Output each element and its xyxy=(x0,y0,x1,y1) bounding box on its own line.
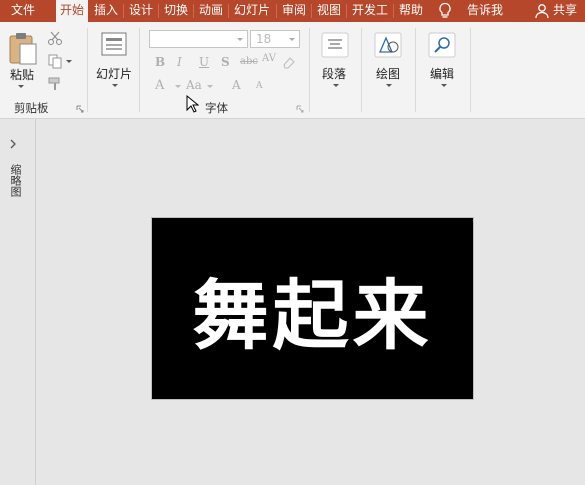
font-group-label: 字体 xyxy=(205,101,228,115)
editing-dropdown[interactable] xyxy=(441,84,447,87)
tab-divider xyxy=(311,4,312,18)
shadow-button[interactable]: S xyxy=(221,55,230,69)
new-slide-button[interactable]: 幻灯片 xyxy=(96,65,132,82)
font-color-button[interactable]: A xyxy=(155,78,164,93)
format-painter-icon[interactable] xyxy=(47,76,63,92)
group-separator xyxy=(470,28,471,112)
tab-divider xyxy=(393,4,394,18)
chevron-down-icon xyxy=(237,38,243,41)
share-button[interactable]: 共享 xyxy=(553,0,577,22)
new-slide-dropdown[interactable] xyxy=(112,84,118,87)
strikethrough-button[interactable]: abc xyxy=(240,56,258,67)
tab-home[interactable]: 开始 xyxy=(56,0,88,22)
shapes-icon[interactable] xyxy=(374,32,402,58)
chevron-right-icon[interactable] xyxy=(9,139,17,149)
drawing-dropdown[interactable] xyxy=(386,84,392,87)
group-separator xyxy=(309,28,310,112)
tab-insert[interactable]: 插入 xyxy=(90,0,122,22)
paste-dropdown[interactable] xyxy=(18,85,24,88)
tab-divider xyxy=(158,4,159,18)
thumbnails-label[interactable]: 缩略图 xyxy=(9,164,22,197)
paragraph-dropdown[interactable] xyxy=(333,84,339,87)
group-separator xyxy=(361,28,362,112)
editing-button[interactable]: 编辑 xyxy=(430,65,454,82)
slide-canvas[interactable]: 舞起来 xyxy=(151,217,474,400)
group-separator xyxy=(415,28,416,112)
clipboard-group-label: 剪贴板 xyxy=(14,101,49,115)
paragraph-button[interactable]: 段落 xyxy=(322,65,346,82)
decrease-font-size-button[interactable]: A xyxy=(256,81,263,91)
change-case-button[interactable]: Aa xyxy=(186,78,202,92)
chevron-down-icon xyxy=(289,38,295,41)
tab-help[interactable]: 帮助 xyxy=(395,0,427,22)
paragraph-icon[interactable] xyxy=(321,32,349,58)
change-case-dropdown[interactable] xyxy=(207,85,213,88)
copy-dropdown[interactable] xyxy=(66,60,72,63)
ribbon-tab-bar: 文件 开始 插入 设计 切换 动画 幻灯片 审阅 视图 开发工 帮助 告诉我 共… xyxy=(0,0,585,22)
tab-animations[interactable]: 动画 xyxy=(195,0,227,22)
bold-button[interactable]: B xyxy=(155,55,165,69)
lightbulb-icon[interactable] xyxy=(437,2,453,19)
tab-divider xyxy=(193,4,194,18)
drawing-button[interactable]: 绘图 xyxy=(376,65,400,82)
underline-button[interactable]: U xyxy=(199,55,209,69)
new-slide-icon[interactable] xyxy=(101,32,127,56)
group-separator xyxy=(139,28,140,112)
tab-transitions[interactable]: 切换 xyxy=(160,0,192,22)
tell-me-search[interactable]: 告诉我 xyxy=(467,0,503,22)
cut-icon[interactable] xyxy=(47,30,63,46)
tab-view[interactable]: 视图 xyxy=(313,0,345,22)
font-name-select[interactable] xyxy=(149,30,248,48)
group-separator xyxy=(87,28,88,112)
tab-file[interactable]: 文件 xyxy=(0,0,46,22)
tab-slideshow[interactable]: 幻灯片 xyxy=(230,0,274,22)
increase-font-size-button[interactable]: A xyxy=(232,78,241,92)
font-size-value: 18 xyxy=(256,32,272,46)
character-spacing-button[interactable]: AV xyxy=(262,53,276,64)
tab-developer[interactable]: 开发工 xyxy=(348,0,392,22)
tab-design[interactable]: 设计 xyxy=(125,0,157,22)
italic-button[interactable]: I xyxy=(177,55,182,69)
paste-icon[interactable] xyxy=(8,32,38,66)
ribbon-home: 粘贴 剪贴板 幻灯片 18 B I U S abc AV A Aa A A 字体… xyxy=(0,22,585,119)
slide-title-text[interactable]: 舞起来 xyxy=(152,218,473,399)
tab-divider xyxy=(346,4,347,18)
clear-formatting-icon[interactable] xyxy=(282,55,296,69)
dialog-launcher-icon[interactable] xyxy=(76,105,84,113)
mouse-cursor-icon xyxy=(186,95,199,113)
paste-button[interactable]: 粘贴 xyxy=(10,66,34,83)
dialog-launcher-icon[interactable] xyxy=(296,105,304,113)
person-icon[interactable] xyxy=(534,3,550,19)
font-color-dropdown[interactable] xyxy=(175,85,181,88)
copy-icon[interactable] xyxy=(47,53,63,69)
tab-divider xyxy=(123,4,124,18)
tab-divider xyxy=(228,4,229,18)
tab-review[interactable]: 审阅 xyxy=(278,0,310,22)
font-size-select[interactable]: 18 xyxy=(250,30,300,48)
search-icon[interactable] xyxy=(428,32,456,58)
tab-divider xyxy=(276,4,277,18)
